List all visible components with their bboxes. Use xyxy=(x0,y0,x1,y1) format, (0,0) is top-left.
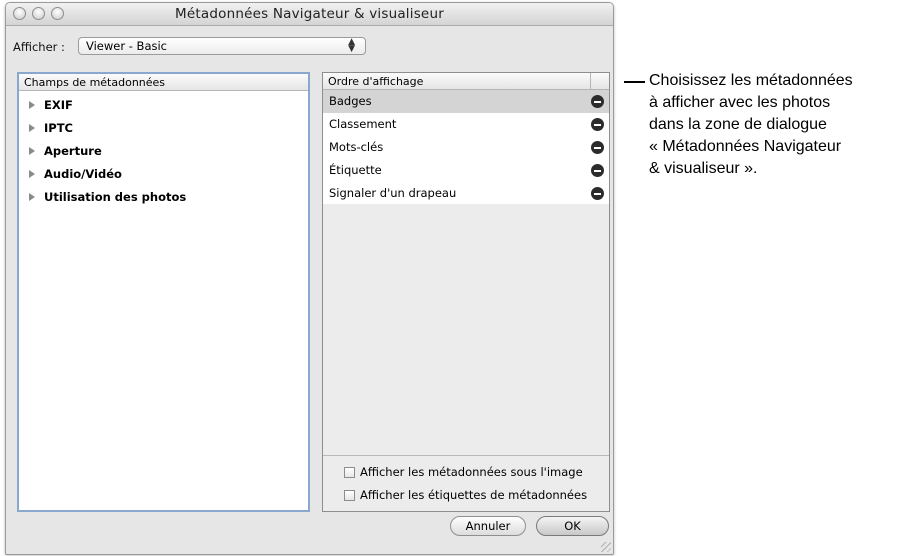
tree-item-label: Utilisation des photos xyxy=(44,190,187,204)
tree-item-photo-usage[interactable]: Utilisation des photos xyxy=(29,187,186,207)
popup-arrows-icon: ▲ ▼ xyxy=(348,37,355,54)
list-item-label: Étiquette xyxy=(329,163,382,177)
remove-icon[interactable] xyxy=(591,164,604,177)
tree-item-label: Audio/Vidéo xyxy=(44,167,122,181)
callout-line xyxy=(624,81,645,83)
checkbox-label: Afficher les étiquettes de métadonnées xyxy=(360,488,588,502)
callout-line-4: « Métadonnées Navigateur xyxy=(649,138,842,155)
list-item-label: Badges xyxy=(329,94,372,108)
remove-icon[interactable] xyxy=(591,95,604,108)
remove-icon[interactable] xyxy=(591,141,604,154)
metadata-fields-panel: Champs de métadonnées EXIF IPTC Aperture… xyxy=(17,72,310,512)
list-item-label: Signaler d'un drapeau xyxy=(329,186,457,200)
tree-item-exif[interactable]: EXIF xyxy=(29,95,73,115)
disclosure-triangle-icon[interactable] xyxy=(29,124,35,132)
list-item-label: Mots-clés xyxy=(329,140,384,154)
display-options: Afficher les métadonnées sous l'image Af… xyxy=(323,455,609,512)
tree-item-iptc[interactable]: IPTC xyxy=(29,118,73,138)
callout-line-5: & visualiseur ». xyxy=(649,160,758,177)
show-metadata-labels-checkbox[interactable]: Afficher les étiquettes de métadonnées xyxy=(344,488,587,502)
disclosure-triangle-icon[interactable] xyxy=(29,193,35,201)
checkbox-box[interactable] xyxy=(344,467,355,478)
remove-icon[interactable] xyxy=(591,187,604,200)
resize-grip-icon[interactable] xyxy=(601,542,611,552)
display-order-header: Ordre d'affichage xyxy=(323,73,609,90)
display-order-list: Badges Classement Mots-clés Étiquette Si… xyxy=(323,90,609,204)
show-metadata-below-image-checkbox[interactable]: Afficher les métadonnées sous l'image xyxy=(344,465,583,479)
tree-item-label: Aperture xyxy=(44,144,102,158)
tree-item-label: EXIF xyxy=(44,98,73,112)
list-item-rating[interactable]: Classement xyxy=(323,113,609,136)
ok-button[interactable]: OK xyxy=(536,516,609,536)
list-item-badges[interactable]: Badges xyxy=(323,90,609,113)
title-bar: Métadonnées Navigateur & visualiseur xyxy=(6,3,613,26)
disclosure-triangle-icon[interactable] xyxy=(29,147,35,155)
list-item-flag[interactable]: Signaler d'un drapeau xyxy=(323,182,609,205)
tree-item-label: IPTC xyxy=(44,121,73,135)
checkbox-label: Afficher les métadonnées sous l'image xyxy=(360,465,583,479)
view-preset-value: Viewer - Basic xyxy=(86,39,167,53)
list-item-label: Classement xyxy=(329,117,397,131)
checkbox-box[interactable] xyxy=(344,490,355,501)
callout-line-2: à afficher avec les photos xyxy=(649,94,831,111)
window-title: Métadonnées Navigateur & visualiseur xyxy=(175,6,444,22)
cancel-button[interactable]: Annuler xyxy=(450,516,526,536)
disclosure-triangle-icon[interactable] xyxy=(29,101,35,109)
metadata-dialog-window: Métadonnées Navigateur & visualiseur Aff… xyxy=(5,2,614,555)
view-preset-popup[interactable]: Viewer - Basic ▲ ▼ xyxy=(78,37,366,55)
callout-line-1: Choisissez les métadonnées xyxy=(649,72,853,89)
column-divider xyxy=(590,73,591,90)
callout-text: Choisissez les métadonnées à afficher av… xyxy=(649,70,894,180)
tree-item-aperture[interactable]: Aperture xyxy=(29,141,102,161)
list-item-label-tag[interactable]: Étiquette xyxy=(323,159,609,182)
disclosure-triangle-icon[interactable] xyxy=(29,170,35,178)
callout-line-3: dans la zone de dialogue xyxy=(649,116,827,133)
list-item-keywords[interactable]: Mots-clés xyxy=(323,136,609,159)
view-selector-label: Afficher : xyxy=(13,40,65,54)
display-order-header-label: Ordre d'affichage xyxy=(328,75,424,88)
metadata-fields-header: Champs de métadonnées xyxy=(19,74,308,91)
display-order-panel: Ordre d'affichage Badges Classement Mots… xyxy=(322,72,610,512)
tree-item-audio-video[interactable]: Audio/Vidéo xyxy=(29,164,122,184)
remove-icon[interactable] xyxy=(591,118,604,131)
